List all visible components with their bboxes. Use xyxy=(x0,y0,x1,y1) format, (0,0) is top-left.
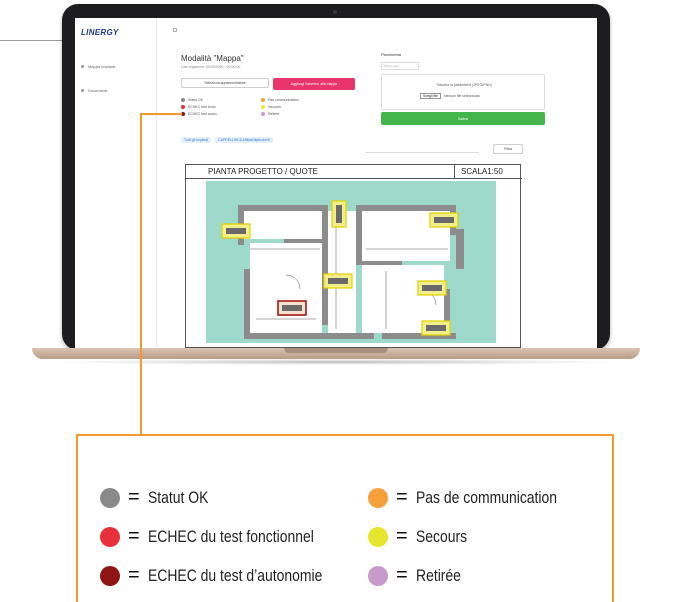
page-title: Modalità "Mappa" xyxy=(181,54,244,63)
legend-equals: = xyxy=(396,564,408,586)
red-dot-icon xyxy=(100,526,120,547)
add-screen-button[interactable]: Aggiungi Schermo alla mappa xyxy=(273,78,355,90)
mini-legend-label: Pas communication xyxy=(268,98,299,102)
save-button[interactable]: Salva xyxy=(381,112,545,125)
mini-legend-item: Statut OK xyxy=(181,98,203,102)
callout-line xyxy=(140,113,142,434)
plan-scale-box: SCALA1:50 xyxy=(454,165,522,179)
legend-item-autonomy-fail: = ECHEC du test d’autonomie xyxy=(100,564,360,587)
status-dot xyxy=(261,105,265,109)
legend-item-removed: = Retirée xyxy=(368,564,471,587)
laptop-shadow xyxy=(50,359,622,365)
legend-equals: = xyxy=(128,525,140,547)
device-marker[interactable] xyxy=(417,280,447,296)
dropzone-text: Trascina la planimetria (JPEG/PNG) xyxy=(435,83,493,87)
menu-icon[interactable] xyxy=(173,28,177,32)
rooms xyxy=(244,211,450,333)
callout-line xyxy=(140,113,182,115)
legend-equals: = xyxy=(396,525,408,547)
yellow-dot-icon xyxy=(368,526,388,547)
mini-legend-label: Retirée xyxy=(268,112,280,116)
sidebar-item-documents[interactable]: Documenti xyxy=(81,88,107,93)
laptop: LINERGY Mappa impianti Documenti Modalit… xyxy=(62,4,610,350)
mini-legend-item: ECHEC test auton. xyxy=(181,112,218,116)
plan-title: PIANTA PROGETTO / QUOTE xyxy=(208,167,318,176)
plan-header: PIANTA PROGETTO / QUOTE SCALA1:50 xyxy=(186,165,522,179)
device-marker[interactable] xyxy=(221,223,251,239)
brand-logo: LINERGY xyxy=(81,28,119,37)
legend-equals: = xyxy=(396,486,408,508)
floor-plan: PIANTA PROGETTO / QUOTE SCALA1:50 xyxy=(185,164,522,348)
legend-label: ECHEC du test d’autonomie xyxy=(147,565,323,585)
filter-button[interactable]: Filtra xyxy=(493,144,523,154)
mini-legend-label: ECHEC test fonct. xyxy=(188,105,217,109)
legend-label: Statut OK xyxy=(147,487,209,507)
grey-dot-icon xyxy=(100,487,120,508)
legend-label: Pas de communication xyxy=(415,487,557,507)
chip-all-plants[interactable]: Tutti gli impianti xyxy=(181,137,212,143)
choose-file-note: Nessun file selezionato xyxy=(443,94,480,98)
mini-legend-item: Retirée xyxy=(261,112,279,116)
laptop-screen: LINERGY Mappa impianti Documenti Modalit… xyxy=(75,18,597,348)
chip-affiliates[interactable]: CAPPELLINI & Affiliati/dipendenti xyxy=(215,137,273,143)
mini-legend-item: Secours xyxy=(261,105,281,109)
stage: LINERGY Mappa impianti Documenti Modalit… xyxy=(0,0,673,602)
status-dot xyxy=(261,98,265,102)
panel-title: Planimetria xyxy=(381,52,402,57)
plan-scale: SCALA1:50 xyxy=(461,167,503,176)
document-icon xyxy=(81,89,84,92)
status-dot xyxy=(181,105,185,109)
sidebar-item-map[interactable]: Mappa impianti xyxy=(81,64,115,69)
mini-legend-label: Secours xyxy=(268,105,281,109)
darkred-dot-icon xyxy=(100,565,120,586)
legend-label: Secours xyxy=(415,526,467,546)
legend-item-ok: = Statut OK xyxy=(100,486,221,509)
plan-name-input[interactable]: Planimetria xyxy=(381,62,419,70)
laptop-notch xyxy=(284,348,388,353)
mini-legend-label: Statut OK xyxy=(188,98,204,102)
device-marker-alert[interactable] xyxy=(277,300,307,316)
choose-file-button[interactable]: Scegli file xyxy=(420,93,441,99)
status-dot xyxy=(181,98,185,102)
search-input[interactable] xyxy=(365,147,479,153)
file-chooser: Scegli file Nessun file selezionato xyxy=(420,93,480,99)
legend-label: Retirée xyxy=(415,565,461,585)
page-subtitle: Last registered: 00/00/0000 - 00:00:00 xyxy=(181,65,241,69)
status-dot xyxy=(261,112,265,116)
legend-equals: = xyxy=(128,486,140,508)
upload-panel: Planimetria Planimetria Trascina la plan… xyxy=(381,52,555,134)
orange-dot-icon xyxy=(368,487,388,508)
device-marker[interactable] xyxy=(429,212,459,228)
legend-label: ECHEC du test fonctionnel xyxy=(147,526,314,546)
device-marker[interactable] xyxy=(323,273,353,289)
mini-legend-item: Pas communication xyxy=(261,98,299,102)
camera-icon xyxy=(333,10,337,14)
legend-item-functional-fail: = ECHEC du test fonctionnel xyxy=(100,525,350,548)
device-marker[interactable] xyxy=(421,320,451,336)
floor-plan-drawing xyxy=(206,181,496,343)
app-sidebar: LINERGY Mappa impianti Documenti xyxy=(75,18,157,348)
legend-item-no-communication: = Pas de communication xyxy=(368,486,588,509)
sidebar-item-label: Mappa impianti xyxy=(88,64,116,69)
file-dropzone[interactable]: Trascina la planimetria (JPEG/PNG) Scegl… xyxy=(381,74,545,110)
select-devices-button[interactable]: Seleziona apparecchiature xyxy=(181,78,269,88)
laptop-base xyxy=(32,348,640,359)
legend-item-emergency: = Secours xyxy=(368,525,478,548)
mini-legend-label: ECHEC test auton. xyxy=(188,112,218,116)
map-icon xyxy=(81,65,84,68)
device-marker[interactable] xyxy=(331,200,347,228)
mini-legend-item: ECHEC test fonct. xyxy=(181,105,216,109)
lilac-dot-icon xyxy=(368,565,388,586)
sidebar-item-label: Documenti xyxy=(88,88,108,93)
status-legend: = Statut OK = ECHEC du test fonctionnel … xyxy=(76,434,614,602)
legend-equals: = xyxy=(128,564,140,586)
filter-chips: Tutti gli impianti CAPPELLINI & Affiliat… xyxy=(181,137,273,143)
